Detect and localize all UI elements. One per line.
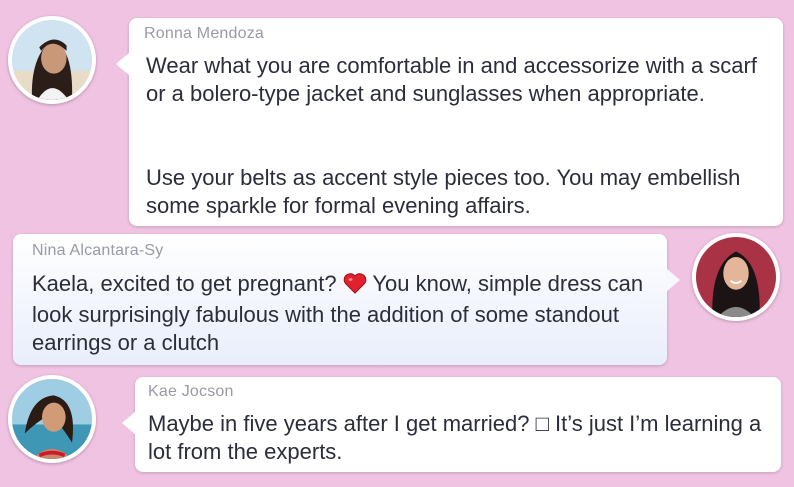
bubble-tail xyxy=(122,411,136,435)
author-name: Nina Alcantara-Sy xyxy=(32,242,164,259)
bubble-tail xyxy=(666,268,680,292)
message-bubble: Nina Alcantara-Sy Kaela, excited to get … xyxy=(13,234,680,365)
woman-portrait-red-icon xyxy=(696,237,776,317)
message-text-before-emoji: Kaela, excited to get pregnant? xyxy=(32,271,343,296)
woman-portrait-beach-icon xyxy=(12,20,92,100)
message-text: Maybe in five years after I get married?… xyxy=(148,411,762,464)
message-text: Use your belts as accent style pieces to… xyxy=(146,165,741,218)
author-name: Kae Jocson xyxy=(148,383,234,400)
red-heart-emoji-icon xyxy=(343,272,367,301)
message-text: Kaela, excited to get pregnant? You know… xyxy=(32,270,662,357)
author-name: Ronna Mendoza xyxy=(144,25,265,42)
bubble-tail xyxy=(116,52,130,76)
woman-portrait-sea-icon xyxy=(12,379,92,459)
avatar-nina-alcantara-sy[interactable] xyxy=(692,233,780,321)
message-bubble: Kae Jocson Maybe in five years after I g… xyxy=(122,377,781,472)
avatar-ronna-mendoza[interactable] xyxy=(8,16,96,104)
message-bubble: Ronna Mendoza Wear what you are comforta… xyxy=(116,18,783,226)
message-text: Wear what you are comfortable in and acc… xyxy=(146,53,757,106)
avatar-kae-jocson[interactable] xyxy=(8,375,96,463)
